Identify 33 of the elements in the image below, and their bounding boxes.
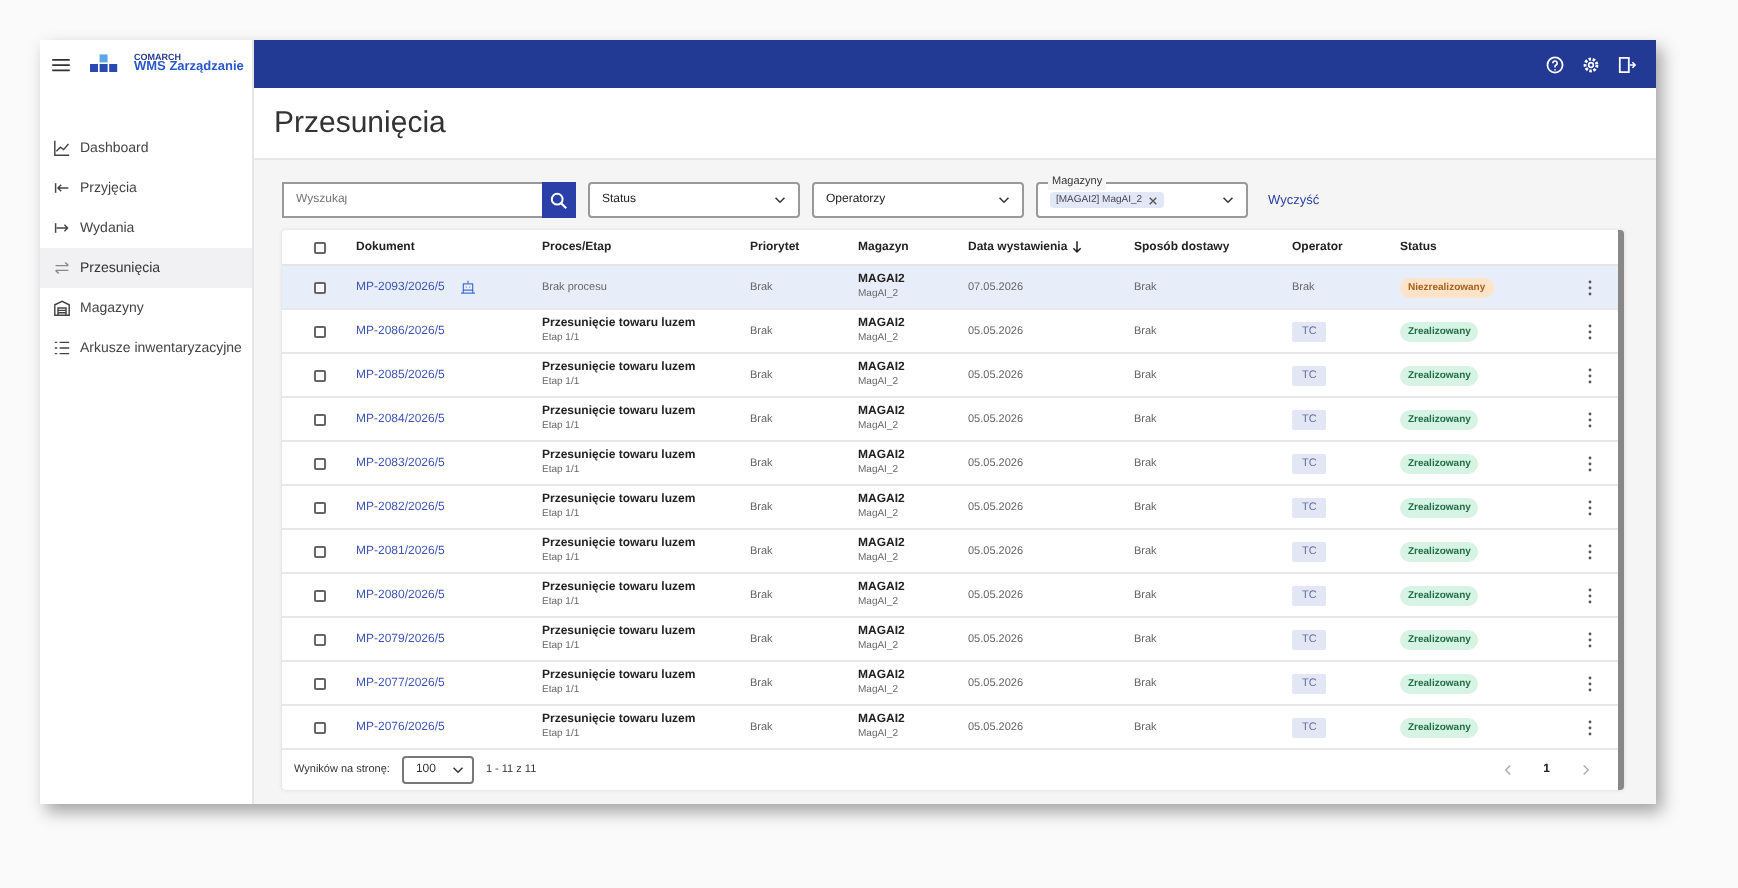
logout-icon[interactable] <box>1618 55 1636 73</box>
checkbox[interactable] <box>313 281 325 293</box>
arrow-out-icon <box>54 220 70 236</box>
chevron-down-icon <box>998 196 1010 204</box>
checkbox[interactable] <box>313 241 325 253</box>
menu-icon[interactable] <box>52 57 70 71</box>
chevron-down-icon <box>774 196 786 204</box>
search-button[interactable] <box>542 182 576 218</box>
swap-arrows-icon <box>54 260 70 276</box>
checkbox[interactable] <box>313 589 325 601</box>
checkbox[interactable] <box>313 325 325 337</box>
search-icon <box>550 191 568 209</box>
robot-icon <box>460 280 477 294</box>
checkbox[interactable] <box>313 501 325 513</box>
help-icon[interactable] <box>1546 55 1564 73</box>
warehouse-icon <box>54 300 70 316</box>
logo-icon <box>90 54 122 74</box>
checkbox[interactable] <box>313 369 325 381</box>
close-icon[interactable] <box>1148 195 1159 205</box>
chevron-down-icon <box>1222 196 1234 204</box>
chevron-down-icon <box>451 766 464 774</box>
checkbox[interactable] <box>313 677 325 689</box>
settings-icon[interactable] <box>1582 55 1600 73</box>
checkbox[interactable] <box>313 545 325 557</box>
checkbox[interactable] <box>313 413 325 425</box>
checkbox[interactable] <box>313 457 325 469</box>
chart-icon <box>54 140 70 156</box>
arrow-in-icon <box>54 180 70 196</box>
checkbox[interactable] <box>313 633 325 645</box>
checkbox[interactable] <box>313 721 325 733</box>
list-icon <box>54 340 70 356</box>
sort-arrow-icon[interactable] <box>1071 240 1082 254</box>
page-title: Przesunięcia <box>274 106 446 140</box>
